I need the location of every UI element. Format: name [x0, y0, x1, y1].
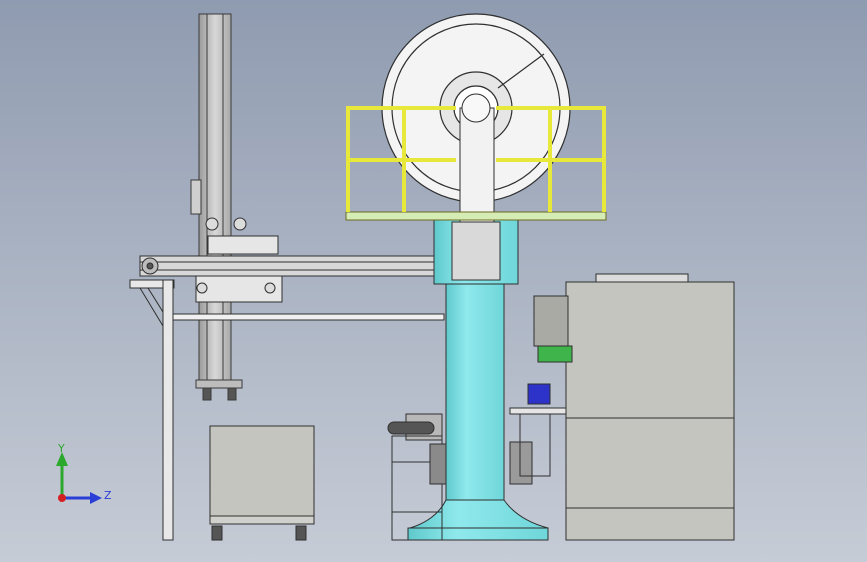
z-axis-label: Z	[104, 489, 112, 502]
electrical-box	[209, 425, 315, 541]
left-support-frame	[129, 279, 175, 541]
vertical-mast	[190, 13, 243, 401]
y-axis-label: Y	[57, 442, 65, 455]
horizontal-beam	[139, 255, 445, 321]
axis-triad: Y Z	[56, 442, 112, 504]
control-cabinet	[533, 273, 735, 541]
assembly-front-view: Y Z	[56, 13, 735, 541]
cad-viewport[interactable]: Y Z	[0, 0, 867, 562]
